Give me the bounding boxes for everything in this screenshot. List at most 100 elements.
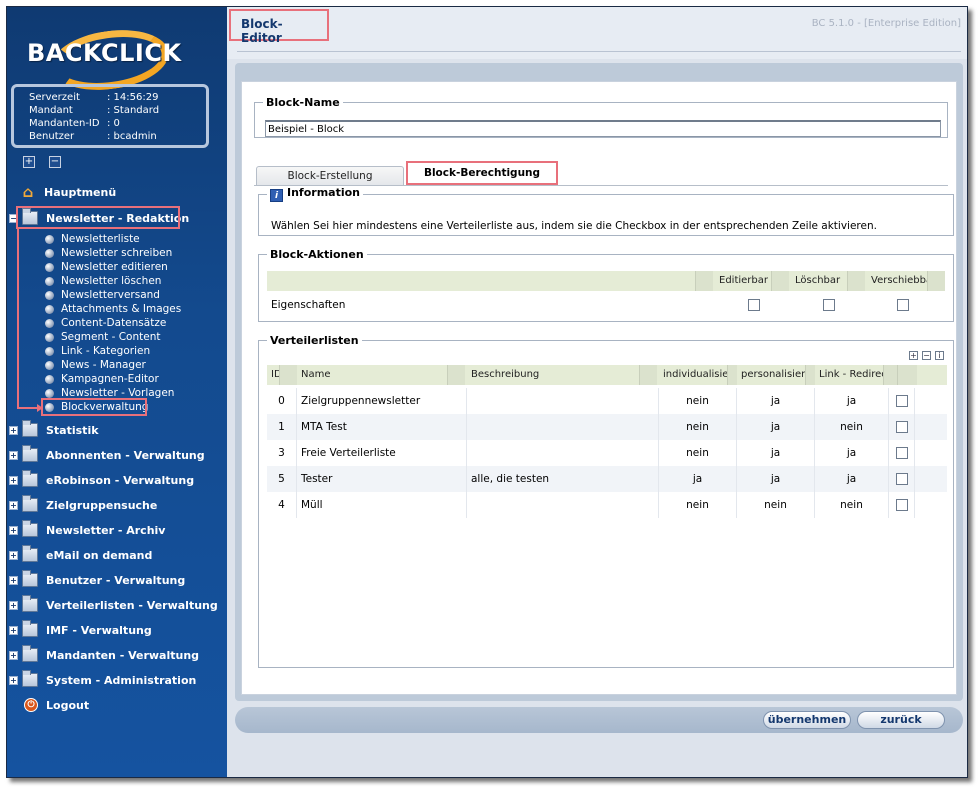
sidebar-subitem[interactable]: Segment - Content — [45, 330, 160, 344]
sidebar-subitem[interactable]: Content-Datensätze — [45, 316, 166, 330]
sidebar-section-label: Verteilerlisten - Verwaltung — [46, 598, 218, 612]
cell-id: 1 — [267, 414, 297, 440]
apply-button[interactable]: übernehmen — [763, 711, 851, 729]
sidebar-section-label: Zielgruppensuche — [46, 498, 158, 512]
back-button[interactable]: zurück — [857, 711, 945, 729]
info-icon[interactable]: i — [935, 351, 944, 360]
row-checkbox[interactable] — [895, 447, 908, 459]
checkbox-verschiebbar[interactable] — [897, 299, 909, 311]
actions-header-loeschbar: Löschbar — [795, 275, 841, 286]
expand-all-button[interactable]: + — [23, 156, 35, 168]
sidebar-section-label: Benutzer - Verwaltung — [46, 573, 186, 587]
sidebar-subitem[interactable]: News - Manager — [45, 358, 146, 372]
checkbox-editierbar[interactable] — [748, 299, 760, 311]
collapse-all-button[interactable]: − — [49, 156, 61, 168]
sidebar-subitem[interactable]: Newsletterliste — [45, 232, 140, 246]
folder-icon — [22, 595, 38, 612]
expand-icon[interactable]: + — [9, 625, 18, 635]
nav-home[interactable]: ⌂ Hauptmenü — [20, 182, 117, 202]
row-checkbox[interactable] — [895, 421, 908, 433]
table-row: 4 Müll nein nein nein — [267, 492, 947, 518]
nav-logout-label: Logout — [46, 698, 90, 712]
sidebar-subitem[interactable]: Newsletter schreiben — [45, 246, 172, 260]
row-checkbox[interactable] — [895, 473, 908, 485]
sidebar-section[interactable]: + Abonnenten - Verwaltung — [9, 445, 205, 465]
sidebar-subitem[interactable]: Attachments & Images — [45, 302, 181, 316]
expand-icon[interactable]: + — [9, 525, 18, 535]
bullet-icon — [45, 304, 54, 314]
expand-icon[interactable]: + — [9, 575, 18, 585]
sidebar-subitem[interactable]: Link - Kategorien — [45, 344, 150, 358]
bullet-icon — [45, 332, 54, 342]
actions-header-verschiebbar: Verschiebbar — [871, 275, 927, 286]
expand-icon[interactable]: + — [9, 500, 18, 510]
row-checkbox[interactable] — [895, 395, 908, 407]
main-area: Block-Editor BC 5.1.0 - [Enterprise Edit… — [227, 7, 967, 777]
cell-beschreibung: alle, die testen — [467, 466, 659, 492]
table-row: 0 Zielgruppennewsletter nein ja ja — [267, 388, 947, 414]
block-actions-group: Block-Aktionen Editierbar Löschbar Versc… — [258, 248, 954, 322]
info-key: Serverzeit — [29, 92, 80, 103]
tab-block-erstellung[interactable]: Block-Erstellung — [256, 166, 404, 186]
cell-name: MTA Test — [297, 414, 467, 440]
checkbox-loeschbar[interactable] — [823, 299, 835, 311]
information-group: i Information Wählen Sei hier mindestens … — [258, 186, 954, 236]
tab-block-berechtigung[interactable]: Block-Berechtigung — [406, 161, 558, 185]
sidebar-section[interactable]: + Verteilerlisten - Verwaltung — [9, 595, 218, 615]
expand-icon[interactable]: + — [9, 650, 18, 660]
expand-icon[interactable]: + — [909, 351, 918, 360]
actions-header-editierbar: Editierbar — [719, 275, 768, 286]
cell-select — [889, 492, 915, 518]
header-bar: Block-Editor BC 5.1.0 - [Enterprise Edit… — [227, 7, 967, 59]
expand-icon[interactable]: + — [9, 450, 18, 460]
expand-icon[interactable]: + — [9, 550, 18, 560]
sidebar-section[interactable]: + IMF - Verwaltung — [9, 620, 152, 640]
sidebar-section[interactable]: + Newsletter - Archiv — [9, 520, 165, 540]
table-controls: + − i — [909, 351, 949, 361]
cell-id: 0 — [267, 388, 297, 414]
backclick-logo: BACKCLICK — [27, 23, 187, 97]
expand-icon[interactable]: + — [9, 600, 18, 610]
sidebar-section-label: IMF - Verwaltung — [46, 623, 152, 637]
col-header-beschreibung: Beschreibung — [471, 369, 540, 380]
cell-link-redirect: ja — [815, 466, 889, 492]
block-actions-legend: Block-Aktionen — [270, 248, 364, 261]
sidebar-section[interactable]: + Mandanten - Verwaltung — [9, 645, 199, 665]
cell-beschreibung — [467, 388, 659, 414]
logo-text: BACKCLICK — [27, 39, 182, 67]
sidebar-subitem[interactable]: Kampagnen-Editor — [45, 372, 159, 386]
sidebar-subitem[interactable]: Newsletter editieren — [45, 260, 168, 274]
row-checkbox[interactable] — [895, 499, 908, 511]
bullet-icon — [45, 290, 54, 300]
sidebar-section[interactable]: + System - Administration — [9, 670, 196, 690]
editor-card: Block-Name Block-Erstellung Block-Berech… — [241, 81, 957, 695]
info-value: : 0 — [107, 118, 120, 129]
info-key: Mandant — [29, 105, 73, 116]
info-icon: i — [270, 189, 283, 202]
sidebar-subitem[interactable]: Newsletterversand — [45, 288, 160, 302]
sidebar-section[interactable]: + Statistik — [9, 420, 99, 440]
expand-icon[interactable]: + — [9, 475, 18, 485]
table-row: 3 Freie Verteilerliste nein ja ja — [267, 440, 947, 466]
collapse-icon[interactable]: − — [922, 351, 931, 360]
sidebar-section[interactable]: + eMail on demand — [9, 545, 152, 565]
table-row: 5 Tester alle, die testen ja ja ja — [267, 466, 947, 492]
block-name-input[interactable] — [265, 120, 941, 137]
cell-select — [889, 414, 915, 440]
sidebar-subitem-label: Link - Kategorien — [61, 345, 151, 357]
actions-row-label: Eigenschaften — [271, 299, 346, 311]
expand-icon[interactable]: + — [9, 675, 18, 685]
cell-individualisiert: nein — [659, 388, 737, 414]
sidebar-section[interactable]: + Benutzer - Verwaltung — [9, 570, 185, 590]
cell-personalisiert: ja — [737, 388, 815, 414]
verteilerlisten-group: Verteilerlisten + − i ID Name Beschreibu… — [258, 334, 954, 668]
app-window: BACKCLICK Serverzeit: 14:56:29 Mandant: … — [6, 6, 968, 778]
cell-select — [889, 440, 915, 466]
expand-icon[interactable]: + — [9, 425, 18, 435]
sidebar-section[interactable]: + eRobinson - Verwaltung — [9, 470, 194, 490]
sidebar-subitem[interactable]: Newsletter löschen — [45, 274, 161, 288]
sidebar-section[interactable]: + Zielgruppensuche — [9, 495, 157, 515]
folder-icon — [22, 520, 38, 537]
highlight-active-section — [16, 206, 180, 229]
nav-logout[interactable]: ⏻ Logout — [24, 695, 89, 715]
